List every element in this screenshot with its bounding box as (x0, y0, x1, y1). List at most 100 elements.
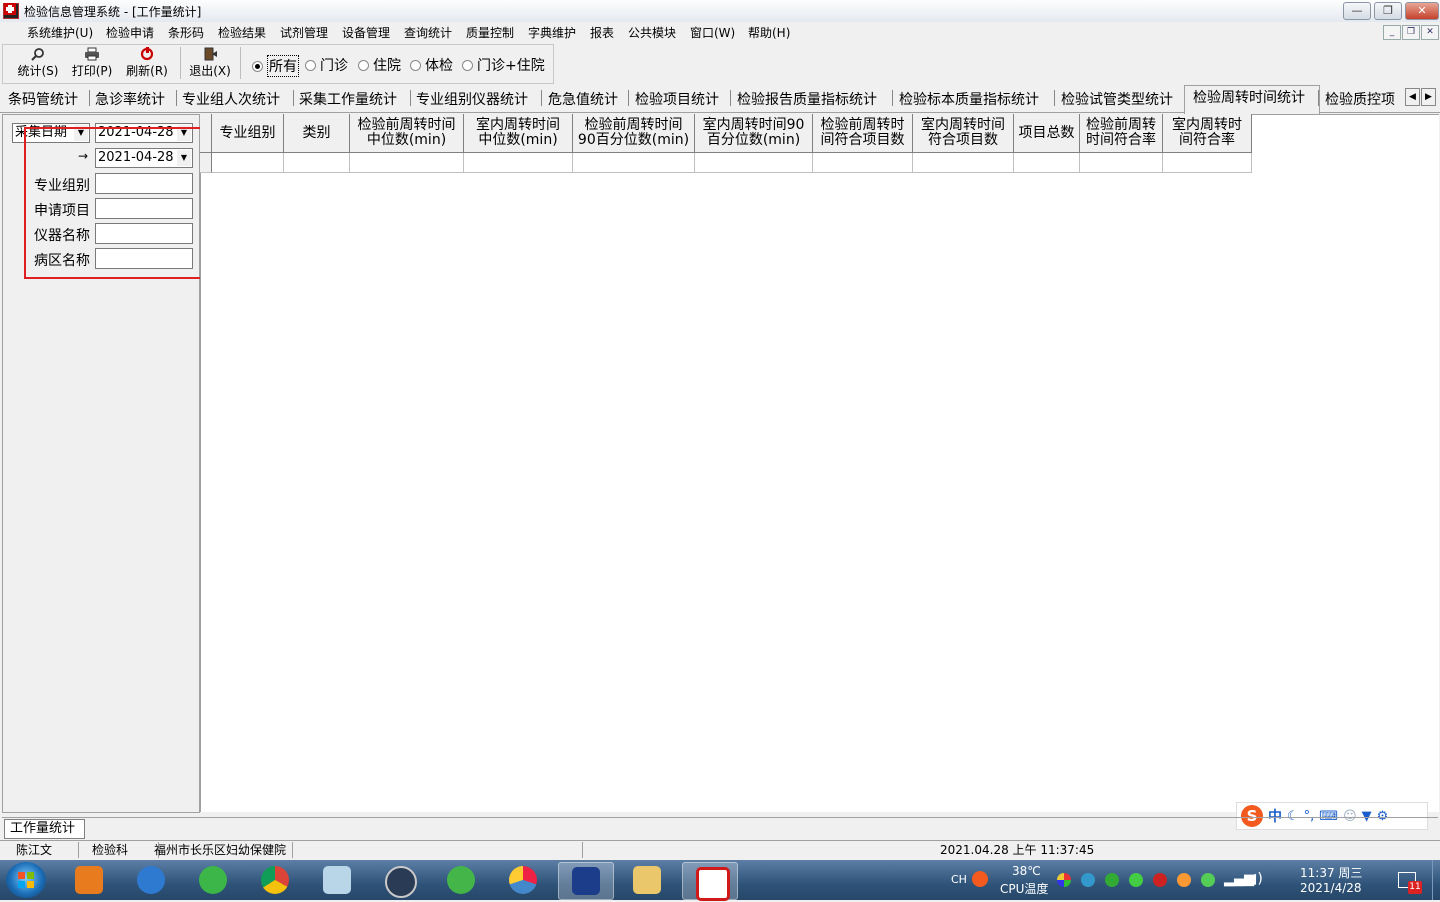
menu-quality-control[interactable]: 质量控制 (466, 24, 514, 41)
tab-scroll-left-button[interactable]: ◀ (1405, 88, 1420, 106)
grid-cell[interactable] (284, 153, 350, 173)
radio-physical-exam-label: 体检 (425, 58, 453, 74)
radio-outpatient[interactable]: 门诊 (305, 55, 348, 75)
sogou-tray-icon[interactable] (972, 871, 988, 887)
col-header-pre-compliant-count[interactable]: 检验前周转时 间符合项目数 (813, 114, 913, 153)
col-header-lab-compliance-rate[interactable]: 室内周转时 间符合率 (1163, 114, 1252, 153)
mdi-tab-workload[interactable]: 工作量统计 (4, 819, 85, 839)
printer-icon (85, 47, 99, 61)
tab-scroll-right-button[interactable]: ▶ (1421, 88, 1436, 106)
menu-system-maintenance[interactable]: 系统维护(U) (27, 24, 93, 41)
taskbar-compass-app[interactable] (372, 862, 426, 898)
mdi-restore-button[interactable]: ❐ (1402, 25, 1420, 40)
tab-emergency-rate[interactable]: 急诊率统计 (95, 89, 165, 109)
tray-security-icon[interactable] (1105, 873, 1119, 887)
refresh-button[interactable]: 刷新(R) (121, 47, 173, 81)
grid-cell[interactable] (464, 153, 573, 173)
window-minimize-button[interactable]: — (1343, 2, 1371, 20)
tab-tube-type[interactable]: 检验试管类型统计 (1061, 89, 1173, 109)
tab-qc-items[interactable]: 检验质控项 (1325, 89, 1401, 109)
window-close-button[interactable]: ✕ (1405, 2, 1439, 20)
radio-physical-exam[interactable]: 体检 (410, 55, 453, 75)
tray-wechat-icon[interactable] (1201, 873, 1215, 887)
taskbar-sql-tool[interactable] (558, 862, 614, 900)
tab-report-quality[interactable]: 检验报告质量指标统计 (737, 89, 877, 109)
stats-button[interactable]: 统计(S) (12, 47, 64, 81)
volume-icon[interactable]: ◖) (1250, 871, 1263, 887)
clock-date[interactable]: 2021/4/28 (1300, 881, 1362, 895)
tray-sun-icon[interactable] (1177, 873, 1191, 887)
col-header-lab-p90[interactable]: 室内周转时间90 百分位数(min) (695, 114, 813, 153)
clock-time[interactable]: 11:37 周三 (1300, 864, 1362, 881)
col-header-pre-compliance-rate[interactable]: 检验前周转 时间符合率 (1080, 114, 1163, 153)
tab-separator (89, 90, 90, 106)
menu-test-request[interactable]: 检验申请 (106, 24, 154, 41)
taskbar-wechat[interactable] (434, 862, 488, 898)
menu-reagent-management[interactable]: 试剂管理 (280, 24, 328, 41)
grid-cell[interactable] (813, 153, 913, 173)
taskbar-file-explorer[interactable] (620, 862, 674, 898)
start-button[interactable] (6, 862, 46, 898)
tray-app-icon[interactable] (1057, 873, 1071, 887)
grid-cell[interactable] (1163, 153, 1252, 173)
grid-cell[interactable] (1014, 153, 1080, 173)
radio-inpatient[interactable]: 住院 (358, 55, 401, 75)
grid-cell[interactable] (573, 153, 695, 173)
tray-network-app-icon[interactable] (1081, 873, 1095, 887)
exit-button[interactable]: 退出(X) (184, 47, 236, 81)
tab-test-items[interactable]: 检验项目统计 (635, 89, 719, 109)
tab-group-instrument[interactable]: 专业组别仪器统计 (416, 89, 528, 109)
row-indicator[interactable] (200, 153, 212, 173)
window-restore-button[interactable]: ❐ (1374, 2, 1402, 20)
grid-cell[interactable] (350, 153, 464, 173)
app-menu-icon[interactable] (3, 2, 17, 16)
taskbar-360-browser[interactable] (186, 862, 240, 898)
radio-inpatient-label: 住院 (373, 58, 401, 74)
taskbar-chart-app[interactable] (496, 862, 550, 898)
col-header-total-items[interactable]: 项目总数 (1014, 114, 1080, 153)
col-header-category[interactable]: 类别 (284, 114, 350, 153)
tray-360-icon[interactable] (1129, 873, 1143, 887)
menu-help[interactable]: 帮助(H) (748, 24, 790, 41)
menu-public-modules[interactable]: 公共模块 (628, 24, 676, 41)
menu-query-statistics[interactable]: 查询统计 (404, 24, 452, 41)
taskbar-sogou[interactable] (124, 862, 178, 898)
tray-stop-icon[interactable] (1153, 873, 1167, 887)
col-header-pre-median[interactable]: 检验前周转时间 中位数(min) (350, 114, 464, 153)
input-language-indicator[interactable]: CH (951, 873, 967, 886)
taskbar-notepad[interactable] (310, 862, 364, 898)
tab-turnaround-time[interactable]: 检验周转时间统计 (1193, 87, 1305, 107)
tab-collection-workload[interactable]: 采集工作量统计 (299, 89, 397, 109)
taskbar-lis-app[interactable] (682, 862, 738, 901)
menu-device-management[interactable]: 设备管理 (342, 24, 390, 41)
grid-cell[interactable] (212, 153, 284, 173)
col-header-text: 时间符合率 (1086, 132, 1156, 148)
menu-barcode[interactable]: 条形码 (168, 24, 204, 41)
grid-cell[interactable] (913, 153, 1014, 173)
grid-cell[interactable] (695, 153, 813, 173)
status-user: 陈江文 (4, 842, 79, 858)
menu-reports[interactable]: 报表 (590, 24, 614, 41)
col-header-pre-p90[interactable]: 检验前周转时间 90百分位数(min) (573, 114, 695, 153)
pie-chart-icon (509, 866, 537, 894)
menu-dictionary[interactable]: 字典维护 (528, 24, 576, 41)
menu-test-results[interactable]: 检验结果 (218, 24, 266, 41)
tab-specimen-quality[interactable]: 检验标本质量指标统计 (899, 89, 1039, 109)
grid-cell[interactable] (1080, 153, 1163, 173)
print-button[interactable]: 打印(P) (66, 47, 118, 81)
mdi-close-button[interactable]: ✕ (1421, 25, 1439, 40)
show-desktop-button[interactable] (1432, 860, 1440, 900)
col-header-lab-median[interactable]: 室内周转时间 中位数(min) (464, 114, 573, 153)
tab-critical-values[interactable]: 危急值统计 (548, 89, 618, 109)
taskbar-media-player[interactable] (62, 862, 116, 898)
mdi-minimize-button[interactable]: _ (1383, 25, 1401, 40)
radio-all[interactable]: 所有 (252, 55, 299, 77)
taskbar-chrome[interactable] (248, 862, 302, 898)
menu-window[interactable]: 窗口(W) (690, 24, 735, 41)
refresh-icon (140, 47, 154, 61)
radio-outpatient-inpatient[interactable]: 门诊+住院 (462, 55, 545, 75)
col-header-group[interactable]: 专业组别 (212, 114, 284, 153)
tab-tube-stats[interactable]: 条码管统计 (8, 89, 78, 109)
tab-group-visits[interactable]: 专业组人次统计 (182, 89, 280, 109)
col-header-lab-compliant-count[interactable]: 室内周转时间 符合项目数 (913, 114, 1014, 153)
